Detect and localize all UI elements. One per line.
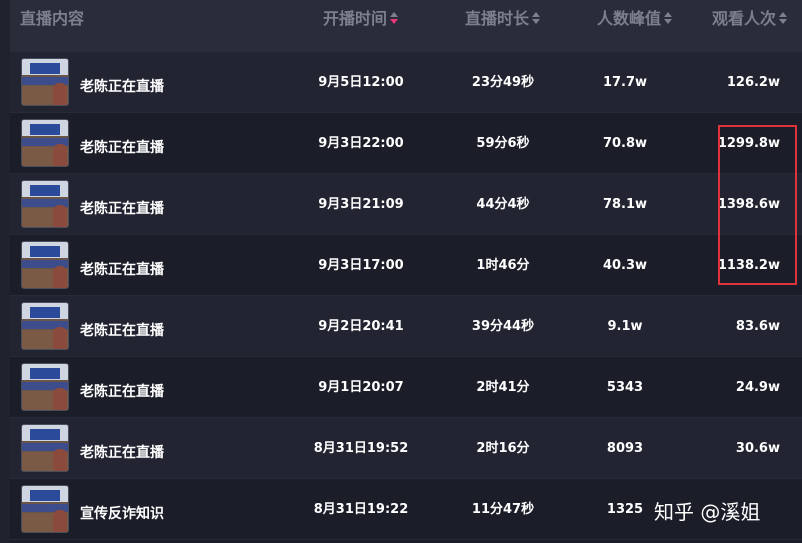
table-row[interactable]: 老陈正在直播 9月5日12:00 23分49秒 17.7w 126.2w — [10, 52, 802, 113]
view-count: 1138.2w — [717, 258, 780, 273]
live-thumbnail[interactable] — [21, 485, 69, 533]
view-count: 1398.6w — [717, 197, 780, 212]
duration: 11分47秒 — [471, 502, 535, 517]
sort-icon[interactable] — [390, 11, 399, 26]
table-row[interactable]: 老陈正在直播 9月2日20:41 39分44秒 9.1w 83.6w — [10, 296, 802, 357]
view-count: 1299.8w — [717, 136, 780, 151]
table-row[interactable]: 老陈正在直播 9月3日22:00 59分6秒 70.8w 1299.8w — [10, 113, 802, 174]
start-time: 9月2日20:41 — [318, 319, 404, 334]
live-title[interactable]: 老陈正在直播 — [80, 198, 164, 218]
header-content: 直播内容 — [20, 9, 85, 28]
sort-icon[interactable] — [532, 11, 541, 26]
header-peak[interactable]: 人数峰值 — [580, 0, 690, 38]
start-time: 9月1日20:07 — [318, 380, 404, 395]
duration: 44分4秒 — [476, 197, 530, 212]
live-thumbnail[interactable] — [21, 363, 69, 411]
header-start-time[interactable]: 开播时间 — [306, 0, 416, 38]
peak-viewers: 17.7w — [602, 75, 648, 90]
header-peak-label: 人数峰值 — [596, 9, 661, 28]
live-title[interactable]: 老陈正在直播 — [80, 76, 164, 96]
live-thumbnail[interactable] — [21, 180, 69, 228]
live-list: 老陈正在直播 9月5日12:00 23分49秒 17.7w 126.2w 老陈正在直播 9月… — [10, 52, 802, 540]
sort-icon[interactable] — [664, 11, 673, 26]
view-count: 24.9w — [735, 380, 780, 395]
table-row[interactable]: 老陈正在直播 9月1日20:07 2时41分 5343 24.9w — [10, 357, 802, 418]
header-duration[interactable]: 直播时长 — [448, 0, 558, 38]
peak-viewers: 8093 — [606, 441, 644, 456]
live-thumbnail[interactable] — [21, 241, 69, 289]
peak-viewers: 70.8w — [602, 136, 648, 151]
live-title[interactable]: 老陈正在直播 — [80, 442, 164, 462]
header-views-label: 观看人次 — [712, 9, 777, 28]
start-time: 9月3日21:09 — [318, 197, 404, 212]
sort-icon[interactable] — [779, 11, 788, 26]
start-time: 8月31日19:22 — [313, 502, 409, 517]
duration: 2时16分 — [476, 441, 530, 456]
peak-viewers: 40.3w — [602, 258, 648, 273]
live-title[interactable]: 老陈正在直播 — [80, 381, 164, 401]
duration: 2时41分 — [476, 380, 530, 395]
table-header: 直播内容 开播时间 直播时长 人数峰值 观看人次 — [10, 0, 802, 52]
header-start-time-label: 开播时间 — [322, 9, 387, 28]
table-row[interactable]: 老陈正在直播 9月3日17:00 1时46分 40.3w 1138.2w — [10, 235, 802, 296]
view-count: 83.6w — [735, 319, 780, 334]
view-count: 30.6w — [735, 441, 780, 456]
header-duration-label: 直播时长 — [464, 9, 529, 28]
duration: 23分49秒 — [471, 75, 535, 90]
live-title[interactable]: 老陈正在直播 — [80, 320, 164, 340]
watermark: 知乎 @溪姐 — [654, 500, 761, 524]
start-time: 8月31日19:52 — [313, 441, 409, 456]
live-thumbnail[interactable] — [21, 424, 69, 472]
peak-viewers: 5343 — [606, 380, 644, 395]
view-count: 126.2w — [726, 75, 780, 90]
live-thumbnail[interactable] — [21, 119, 69, 167]
duration: 1时46分 — [476, 258, 530, 273]
live-title[interactable]: 老陈正在直播 — [80, 137, 164, 157]
duration: 39分44秒 — [471, 319, 535, 334]
start-time: 9月5日12:00 — [318, 75, 404, 90]
start-time: 9月3日17:00 — [318, 258, 404, 273]
table-row[interactable]: 老陈正在直播 8月31日19:52 2时16分 8093 30.6w — [10, 418, 802, 479]
start-time: 9月3日22:00 — [318, 136, 404, 151]
table-row[interactable]: 老陈正在直播 9月3日21:09 44分4秒 78.1w 1398.6w — [10, 174, 802, 235]
live-thumbnail[interactable] — [21, 58, 69, 106]
live-title[interactable]: 老陈正在直播 — [80, 259, 164, 279]
peak-viewers: 78.1w — [602, 197, 648, 212]
live-thumbnail[interactable] — [21, 302, 69, 350]
live-title[interactable]: 宣传反诈知识 — [80, 503, 164, 523]
left-edge — [0, 0, 10, 543]
duration: 59分6秒 — [476, 136, 530, 151]
header-views[interactable]: 观看人次 — [712, 0, 802, 38]
peak-viewers: 9.1w — [607, 319, 643, 334]
